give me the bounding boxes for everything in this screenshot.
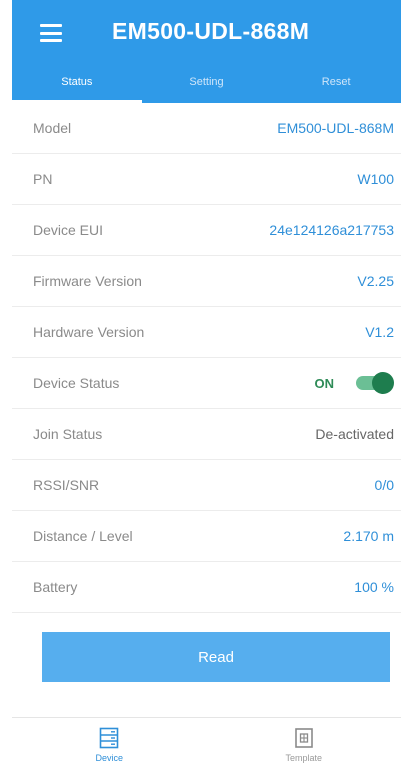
hardware-version-label: Hardware Version	[33, 324, 145, 340]
device-eui-label: Device EUI	[33, 222, 104, 238]
row-device-status: Device Status ON	[12, 358, 401, 409]
toggle-knob	[372, 372, 394, 394]
rssi-snr-value: 0/0	[374, 477, 394, 493]
read-button[interactable]: Read	[42, 632, 390, 682]
nav-device[interactable]: Device	[12, 718, 207, 772]
row-battery: Battery 100 %	[12, 562, 401, 613]
menu-icon[interactable]	[40, 24, 62, 42]
nav-device-label: Device	[95, 753, 123, 763]
template-icon	[294, 728, 313, 748]
distance-level-label: Distance / Level	[33, 528, 133, 544]
tab-reset[interactable]: Reset	[271, 60, 401, 103]
nav-template[interactable]: Template	[207, 718, 402, 772]
row-rssi-snr: RSSI/SNR 0/0	[12, 460, 401, 511]
battery-label: Battery	[33, 579, 78, 595]
pn-label: PN	[33, 171, 53, 187]
page-title: EM500-UDL-868M	[112, 18, 310, 44]
join-status-label: Join Status	[33, 426, 103, 442]
row-distance-level: Distance / Level 2.170 m	[12, 511, 401, 562]
row-model: Model EM500-UDL-868M	[12, 103, 401, 154]
firmware-version-value: V2.25	[357, 273, 394, 289]
distance-level-value: 2.170 m	[343, 528, 394, 544]
hardware-version-value: V1.2	[365, 324, 394, 340]
rssi-snr-label: RSSI/SNR	[33, 477, 100, 493]
device-status-value: ON	[314, 375, 335, 391]
model-value: EM500-UDL-868M	[277, 120, 394, 136]
row-device-eui: Device EUI 24e124126a217753	[12, 205, 401, 256]
tab-setting[interactable]: Setting	[142, 60, 272, 103]
model-label: Model	[33, 120, 72, 136]
bottom-nav: Device Template	[12, 717, 401, 772]
pn-value: W100	[357, 171, 394, 187]
device-status-toggle[interactable]	[356, 372, 394, 394]
tab-bar: Status Setting Reset	[12, 60, 401, 103]
device-status-label: Device Status	[33, 375, 120, 391]
row-pn: PN W100	[12, 154, 401, 205]
join-status-value: De-activated	[315, 426, 394, 442]
device-icon	[99, 727, 119, 749]
status-list: Model EM500-UDL-868M PN W100 Device EUI …	[12, 103, 401, 613]
row-join-status: Join Status De-activated	[12, 409, 401, 460]
nav-template-label: Template	[285, 753, 323, 763]
row-hardware-version: Hardware Version V1.2	[12, 307, 401, 358]
row-firmware-version: Firmware Version V2.25	[12, 256, 401, 307]
device-status-control: ON	[314, 372, 394, 394]
battery-value: 100 %	[354, 579, 394, 595]
firmware-version-label: Firmware Version	[33, 273, 142, 289]
tab-status[interactable]: Status	[12, 60, 142, 103]
device-eui-value: 24e124126a217753	[269, 222, 394, 238]
app-frame: EM500-UDL-868M Status Setting Reset Mode…	[12, 0, 401, 772]
app-header: EM500-UDL-868M Status Setting Reset	[12, 0, 401, 103]
